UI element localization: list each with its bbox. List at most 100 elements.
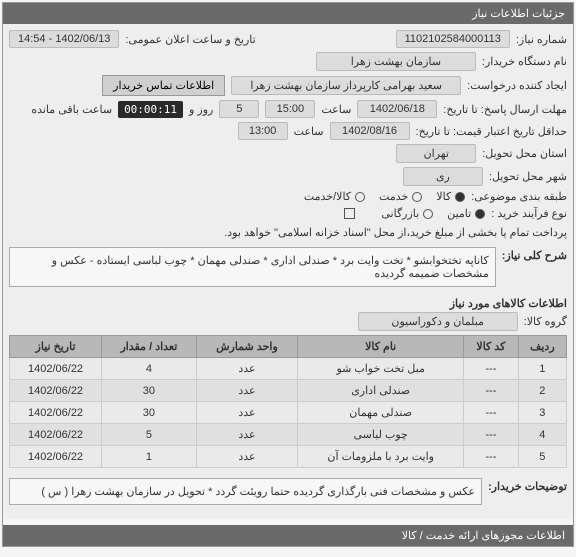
- deadline-date: 1402/06/18: [357, 100, 437, 118]
- radio-dot-icon: [412, 192, 422, 202]
- category-label: طبقه بندی موضوعی:: [471, 190, 567, 203]
- buyer-note-label: توضیحات خریدار:: [488, 480, 567, 493]
- radio-goods-label: کالا: [436, 190, 451, 203]
- buyer-note-text: عکس و مشخصات فنی بارگذاری گردیده حتما رو…: [41, 486, 475, 498]
- time-label-1: ساعت: [321, 103, 351, 116]
- delivery-city-value: ری: [403, 167, 483, 186]
- pub-date-label: تاریخ و ساعت اعلان عمومی:: [125, 33, 255, 46]
- table-cell: 4: [102, 358, 197, 380]
- buyer-note-box: عکس و مشخصات فنی بارگذاری گردیده حتما رو…: [9, 478, 482, 505]
- table-cell: ---: [464, 380, 518, 402]
- th-unit: واحد شمارش: [196, 336, 298, 358]
- table-cell: صندلی اداری: [298, 380, 464, 402]
- table-cell: عدد: [196, 358, 298, 380]
- table-row[interactable]: 1---مبل تخت خواب شوعدد41402/06/22: [10, 358, 567, 380]
- need-no-label: شماره نیاز:: [516, 33, 567, 46]
- days-label: روز و: [189, 103, 213, 116]
- radio-process-partial-label: بازرگانی: [381, 207, 419, 220]
- table-cell: 2: [518, 380, 566, 402]
- group-value: مبلمان و دکوراسیون: [358, 312, 518, 331]
- table-cell: 1402/06/22: [10, 446, 102, 468]
- need-desc-box: کاناپه تختخوابشو * تخت وایت برد * صندلی …: [9, 247, 496, 287]
- table-cell: ---: [464, 424, 518, 446]
- table-cell: 1402/06/22: [10, 358, 102, 380]
- contact-buyer-button[interactable]: اطلاعات تماس خریدار: [102, 75, 225, 96]
- table-row[interactable]: 5---وایت برد با ملزومات آنعدد11402/06/22: [10, 446, 567, 468]
- radio-service[interactable]: خدمت: [379, 190, 422, 203]
- radio-dot-icon: [455, 192, 465, 202]
- table-cell: ---: [464, 358, 518, 380]
- th-qty: تعداد / مقدار: [102, 336, 197, 358]
- table-cell: 1402/06/22: [10, 380, 102, 402]
- need-no-value: 1102102584000113: [396, 30, 510, 48]
- validity-time: 13:00: [238, 122, 288, 140]
- delivery-prov-label: استان محل تحویل:: [482, 147, 567, 160]
- need-desc-text: کاناپه تختخوابشو * تخت وایت برد * صندلی …: [52, 255, 489, 280]
- th-date: تاریخ نیاز: [10, 336, 102, 358]
- table-cell: 4: [518, 424, 566, 446]
- requester-value: سعید بهرامی کارپرداز سازمان بهشت زهرا: [231, 76, 461, 95]
- table-row[interactable]: 3---صندلی مهمانعدد301402/06/22: [10, 402, 567, 424]
- table-cell: عدد: [196, 446, 298, 468]
- th-name: نام کالا: [298, 336, 464, 358]
- radio-process-partial[interactable]: بازرگانی: [381, 207, 433, 220]
- panel-header: جزئیات اطلاعات نیاز: [3, 3, 573, 24]
- radio-process-full-label: تامین: [447, 207, 471, 220]
- table-cell: عدد: [196, 402, 298, 424]
- footer-bar: اطلاعات مجوزهای ارائه خدمت / کالا: [3, 525, 573, 546]
- table-cell: 30: [102, 402, 197, 424]
- delivery-prov-value: تهران: [396, 144, 476, 163]
- table-cell: 3: [518, 402, 566, 424]
- pub-date-value: 1402/06/13 - 14:54: [9, 30, 119, 48]
- table-header-row: ردیف کد کالا نام کالا واحد شمارش تعداد /…: [10, 336, 567, 358]
- payment-note: پرداخت تمام یا بخشی از مبلغ خرید،از محل …: [224, 226, 567, 239]
- validity-date: 1402/08/16: [330, 122, 410, 140]
- table-cell: 1: [518, 358, 566, 380]
- category-radio-group: کالا خدمت کالا/خدمت: [304, 190, 465, 203]
- th-row: ردیف: [518, 336, 566, 358]
- table-cell: 1402/06/22: [10, 402, 102, 424]
- radio-goods-service-label: کالا/خدمت: [304, 190, 351, 203]
- table-cell: صندلی مهمان: [298, 402, 464, 424]
- validity-label: حداقل تاریخ اعتبار قیمت: تا تاریخ:: [416, 125, 567, 138]
- buyer-org-label: نام دستگاه خریدار:: [482, 55, 567, 68]
- group-label: گروه کالا:: [524, 315, 567, 328]
- form-area: شماره نیاز: 1102102584000113 تاریخ و ساع…: [3, 24, 573, 519]
- deadline-label: مهلت ارسال پاسخ: تا تاریخ:: [443, 103, 567, 116]
- radio-dot-icon: [475, 209, 485, 219]
- radio-goods-service[interactable]: کالا/خدمت: [304, 190, 365, 203]
- goods-table: ردیف کد کالا نام کالا واحد شمارش تعداد /…: [9, 335, 567, 468]
- table-cell: چوب لباسی: [298, 424, 464, 446]
- radio-process-full[interactable]: تامین: [447, 207, 485, 220]
- goods-section-title: اطلاعات کالاهای مورد نیاز: [9, 297, 567, 310]
- table-row[interactable]: 4---چوب لباسیعدد51402/06/22: [10, 424, 567, 446]
- footer-title: اطلاعات مجوزهای ارائه خدمت / کالا: [402, 530, 565, 542]
- radio-dot-icon: [355, 192, 365, 202]
- table-cell: عدد: [196, 424, 298, 446]
- table-cell: 1: [102, 446, 197, 468]
- requester-label: ایجاد کننده درخواست:: [467, 79, 567, 92]
- table-cell: 5: [518, 446, 566, 468]
- need-desc-label: شرح کلی نیاز:: [502, 249, 567, 262]
- payment-checkbox[interactable]: [344, 208, 355, 219]
- table-cell: 5: [102, 424, 197, 446]
- remain-label: ساعت باقی مانده: [31, 103, 112, 116]
- table-cell: ---: [464, 446, 518, 468]
- table-cell: وایت برد با ملزومات آن: [298, 446, 464, 468]
- table-cell: 30: [102, 380, 197, 402]
- table-cell: عدد: [196, 380, 298, 402]
- process-radio-group: تامین بازرگانی: [381, 207, 485, 220]
- buyer-org-value: سازمان بهشت زهرا: [316, 52, 476, 71]
- days-value: 5: [219, 100, 259, 118]
- radio-goods[interactable]: کالا: [436, 190, 465, 203]
- table-cell: ---: [464, 402, 518, 424]
- table-row[interactable]: 2---صندلی اداریعدد301402/06/22: [10, 380, 567, 402]
- table-cell: 1402/06/22: [10, 424, 102, 446]
- deadline-time: 15:00: [265, 100, 315, 118]
- radio-service-label: خدمت: [379, 190, 408, 203]
- time-label-2: ساعت: [294, 125, 324, 138]
- countdown-timer: 00:00:11: [118, 101, 183, 118]
- process-label: نوع فرآیند خرید :: [491, 207, 567, 220]
- delivery-city-label: شهر محل تحویل:: [489, 170, 567, 183]
- header-title: جزئیات اطلاعات نیاز: [472, 8, 565, 20]
